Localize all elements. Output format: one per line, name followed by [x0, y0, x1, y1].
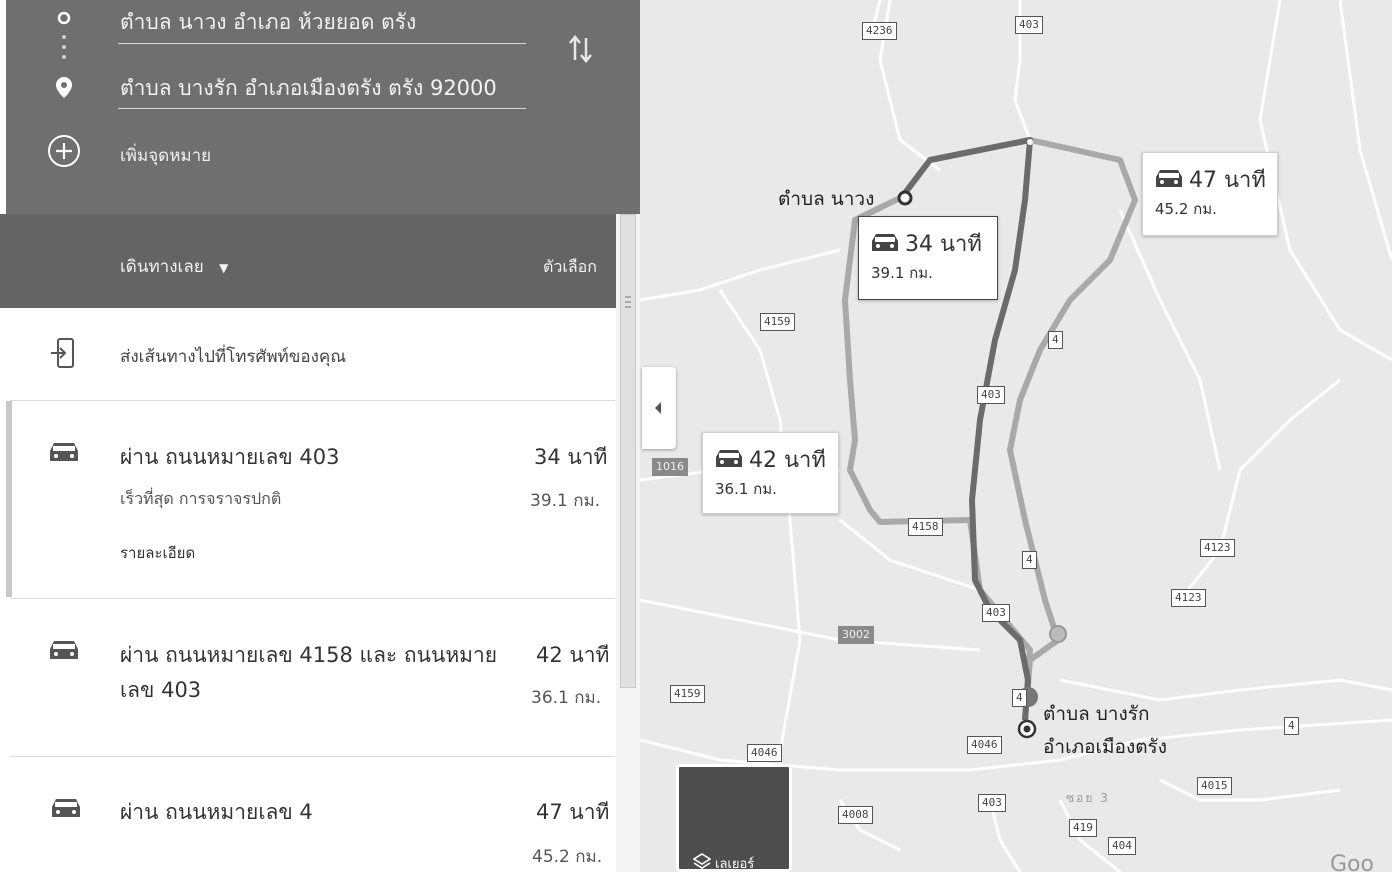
- depart-time-dropdown[interactable]: เดินทางเลย ▼: [120, 253, 228, 280]
- car-icon: [50, 443, 78, 461]
- car-icon: [716, 450, 742, 467]
- route-callout-selected[interactable]: 34 นาที 39.1 กม.: [858, 216, 998, 300]
- destination-pin-icon: [56, 77, 72, 98]
- car-icon: [1156, 170, 1182, 187]
- road-shield: 403: [978, 794, 1006, 812]
- road-shield: 4046: [967, 736, 1002, 754]
- car-icon: [50, 641, 78, 659]
- route-callout[interactable]: 47 นาที 45.2 กม.: [1142, 152, 1278, 236]
- destination-map-label: ตำบล บางรัก: [1043, 703, 1150, 725]
- route-option[interactable]: [12, 758, 615, 872]
- send-to-phone-icon[interactable]: [50, 337, 76, 371]
- road-shield: 4158: [908, 518, 943, 536]
- route-distance: 36.1 กม.: [531, 688, 602, 708]
- grip-icon: [625, 296, 631, 308]
- road-shield: 4015: [1197, 777, 1232, 795]
- route-option[interactable]: [12, 600, 615, 755]
- road-shield: 4: [1022, 551, 1037, 569]
- road-shield: 403: [982, 604, 1010, 622]
- road-shield: 4123: [1200, 539, 1235, 557]
- google-logo: Goo: [1330, 852, 1374, 872]
- street-label: ซอย 3: [1066, 791, 1110, 805]
- road-shield: 4: [1284, 717, 1299, 735]
- route-option[interactable]: [12, 401, 615, 597]
- callout-time: 34 นาที: [905, 232, 982, 257]
- dropdown-arrow-icon: ▼: [219, 261, 229, 275]
- chevron-left-icon: [655, 402, 661, 414]
- route-callout[interactable]: 42 นาที 36.1 กม.: [702, 432, 839, 514]
- route-via: ผ่าน ถนนหมายเลข 403: [120, 445, 340, 469]
- road-shield: 403: [1015, 16, 1043, 34]
- route-time: 42 นาที: [536, 643, 610, 667]
- road-shield: 403: [977, 386, 1005, 404]
- route-status: เร็วที่สุด การจราจรปกติ: [120, 489, 282, 508]
- route-time: 47 นาที: [536, 800, 610, 824]
- divider: [10, 756, 615, 757]
- route-distance: 39.1 กม.: [530, 491, 601, 511]
- road-shield: 4159: [760, 313, 795, 331]
- route-distance: 45.2 กม.: [532, 847, 603, 867]
- road-shield: 404: [1108, 837, 1136, 855]
- route-details-link[interactable]: รายละเอียด: [120, 541, 195, 565]
- layers-button[interactable]: เลเยอร์: [676, 764, 792, 872]
- origin-input[interactable]: ตำบล นาวง อำเภอ ห้วยยอด ตรัง: [120, 6, 416, 39]
- road-shield: 4123: [1171, 589, 1206, 607]
- layers-icon: [693, 853, 711, 869]
- road-shield: 4159: [670, 685, 705, 703]
- road-shield: 4046: [747, 744, 782, 762]
- road-label: 3002: [838, 626, 874, 644]
- destination-map-label-district: อำเภอเมืองตรัง: [1043, 736, 1168, 758]
- collapse-panel-button[interactable]: [642, 367, 676, 449]
- send-to-phone-link[interactable]: ส่งเส้นทางไปที่โทรศัพท์ของคุณ: [120, 343, 346, 370]
- directions-panel: ตำบล นาวง อำเภอ ห้วยยอด ตรัง ตำบล บางรัก…: [0, 0, 640, 872]
- road-shield: 4: [1012, 689, 1027, 707]
- add-destination-button[interactable]: เพิ่มจุดหมาย: [120, 142, 211, 169]
- destination-input[interactable]: ตำบล บางรัก อำเภอเมืองตรัง ตรัง 92000: [120, 72, 497, 105]
- route-dots-icon: [62, 35, 66, 59]
- origin-circle-icon: [57, 11, 71, 25]
- layers-label: เลเยอร์: [715, 857, 755, 872]
- destination-marker-icon[interactable]: [1017, 719, 1037, 739]
- car-icon: [872, 234, 898, 251]
- add-destination-icon[interactable]: [47, 134, 81, 168]
- road-shield: 4236: [862, 22, 897, 40]
- origin-map-label: ตำบล นาวง: [778, 188, 875, 210]
- callout-distance: 39.1 กม.: [871, 264, 933, 282]
- callout-time: 47 นาที: [1189, 168, 1266, 193]
- destination-underline: [118, 108, 526, 109]
- route-via-cont: เลข 403: [120, 678, 202, 702]
- divider: [10, 598, 615, 599]
- car-icon: [52, 799, 80, 817]
- route-time: 34 นาที: [534, 445, 608, 469]
- road-label: 1016: [652, 458, 688, 476]
- route-via: ผ่าน ถนนหมายเลข 4: [120, 800, 313, 824]
- origin-marker-icon[interactable]: [896, 189, 914, 207]
- scrollbar-thumb[interactable]: [620, 214, 636, 688]
- route-via: ผ่าน ถนนหมายเลข 4158 และ ถนนหมาย: [120, 643, 498, 667]
- callout-distance: 45.2 กม.: [1155, 200, 1217, 218]
- map-canvas[interactable]: ตำบล นาวง ตำบล บางรัก อำเภอเมืองตรัง 34 …: [640, 0, 1392, 872]
- road-shield: 4008: [838, 806, 873, 824]
- callout-distance: 36.1 กม.: [715, 480, 777, 498]
- travel-mode-bar: [0, 214, 634, 308]
- origin-underline: [118, 43, 526, 44]
- depart-label: เดินทางเลย: [120, 257, 204, 277]
- options-button[interactable]: ตัวเลือก: [543, 255, 597, 280]
- road-shield: 419: [1069, 819, 1097, 837]
- road-shield: 4: [1048, 331, 1063, 349]
- swap-arrows-icon[interactable]: [566, 32, 596, 66]
- callout-time: 42 นาที: [749, 448, 826, 473]
